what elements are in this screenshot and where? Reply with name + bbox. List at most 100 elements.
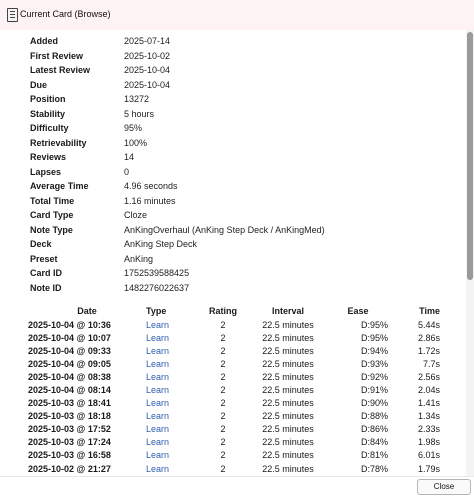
column-header-time: Time bbox=[419, 306, 440, 316]
info-value: 2025-10-02 bbox=[124, 50, 171, 61]
scrollbar-thumb[interactable] bbox=[467, 32, 473, 280]
review-time: 7.7s bbox=[422, 358, 440, 369]
info-label: Latest Review bbox=[30, 65, 91, 75]
review-time: 2.56s bbox=[417, 371, 440, 382]
review-type[interactable]: Learn bbox=[146, 397, 198, 410]
review-type[interactable]: Learn bbox=[146, 331, 198, 344]
info-label: Stability bbox=[30, 108, 66, 119]
review-rating: 2 bbox=[220, 371, 226, 382]
review-type[interactable]: Learn bbox=[146, 436, 198, 449]
review-date: 2025-10-04 @ 10:07 bbox=[28, 332, 111, 343]
info-label: Preset bbox=[30, 253, 58, 264]
info-label: Added bbox=[30, 36, 58, 46]
info-row-due: Due 2025-10-04 bbox=[30, 78, 325, 93]
review-time: 2.33s bbox=[417, 424, 440, 435]
review-ease: D:91% bbox=[360, 385, 388, 396]
review-interval: 22.5 minutes bbox=[262, 332, 314, 343]
vertical-scrollbar[interactable] bbox=[466, 30, 474, 476]
review-time: 1.34s bbox=[417, 411, 440, 422]
review-ease: D:86% bbox=[360, 424, 388, 435]
info-value: 5 hours bbox=[124, 108, 155, 119]
info-row-stability: Stability 5 hours bbox=[30, 107, 325, 122]
info-row-latest-review: Latest Review 2025-10-04 bbox=[30, 63, 325, 78]
review-type[interactable]: Learn bbox=[146, 318, 198, 331]
info-value: AnKingOverhaul (AnKing Step Deck / AnKin… bbox=[124, 224, 325, 235]
review-ease: D:90% bbox=[360, 398, 388, 409]
info-value: 2025-10-04 bbox=[124, 65, 171, 75]
review-type[interactable]: Learn bbox=[146, 370, 198, 383]
window-title: Current Card (Browse) bbox=[20, 9, 111, 19]
app-window-icon bbox=[7, 8, 18, 22]
review-date: 2025-10-04 @ 09:05 bbox=[28, 358, 111, 369]
info-label: Note Type bbox=[30, 224, 73, 235]
table-row: 2025-10-03 @ 16:58 Learn 2 22.5 minutes D:81… bbox=[28, 449, 440, 462]
review-interval: 22.5 minutes bbox=[262, 345, 314, 356]
info-row-deck: Deck AnKing Step Deck bbox=[30, 237, 325, 252]
review-type[interactable]: Learn bbox=[146, 449, 198, 462]
review-interval: 22.5 minutes bbox=[262, 385, 314, 396]
info-row-first-review: First Review 2025-10-02 bbox=[30, 49, 325, 64]
review-time: 1.79s bbox=[417, 463, 440, 474]
review-date: 2025-10-04 @ 08:38 bbox=[28, 371, 111, 382]
review-type[interactable]: Learn bbox=[146, 462, 198, 475]
info-row-difficulty: Difficulty 95% bbox=[30, 121, 325, 136]
info-label: Reviews bbox=[30, 152, 67, 162]
close-button[interactable]: Close bbox=[417, 479, 471, 495]
info-value: 100% bbox=[124, 137, 148, 148]
review-ease: D:93% bbox=[360, 358, 388, 369]
card-info-content: Added 2025-07-14 First Review 2025-10-02 L… bbox=[0, 30, 466, 476]
review-interval: 22.5 minutes bbox=[262, 411, 314, 422]
info-value: 2025-07-14 bbox=[124, 36, 171, 46]
review-interval: 22.5 minutes bbox=[262, 358, 314, 369]
review-date: 2025-10-04 @ 09:33 bbox=[28, 345, 111, 356]
review-ease: D:94% bbox=[360, 345, 388, 356]
review-date: 2025-10-03 @ 18:41 bbox=[28, 398, 111, 409]
dialog-footer bbox=[0, 476, 474, 501]
column-header-type: Type bbox=[146, 306, 167, 316]
review-rating: 2 bbox=[220, 319, 226, 330]
review-time: 1.41s bbox=[417, 398, 440, 409]
table-row: 2025-10-04 @ 09:05 Learn 2 22.5 minutes D:93… bbox=[28, 357, 440, 370]
review-rating: 2 bbox=[220, 358, 226, 369]
info-value: AnKing Step Deck bbox=[124, 239, 198, 249]
review-type[interactable]: Learn bbox=[146, 410, 198, 423]
info-label: Note ID bbox=[30, 282, 62, 293]
review-type[interactable]: Learn bbox=[146, 357, 198, 370]
info-label: Card ID bbox=[30, 268, 63, 278]
review-ease: D:88% bbox=[360, 411, 388, 422]
table-row: 2025-10-04 @ 08:14 Learn 2 22.5 minutes D:91… bbox=[28, 383, 440, 396]
info-row-total-time: Total Time 1.16 minutes bbox=[30, 194, 325, 209]
review-date: 2025-10-03 @ 17:52 bbox=[28, 424, 111, 435]
info-row-card-type: Card Type Cloze bbox=[30, 208, 325, 223]
review-date: 2025-10-03 @ 16:58 bbox=[28, 450, 111, 461]
table-row: 2025-10-03 @ 18:41 Learn 2 22.5 minutes D:90… bbox=[28, 397, 440, 410]
column-header-rating: Rating bbox=[209, 306, 237, 316]
info-value: 1482276022637 bbox=[124, 282, 190, 293]
info-label: Card Type bbox=[30, 210, 74, 220]
review-type[interactable]: Learn bbox=[146, 423, 198, 436]
review-ease: D:84% bbox=[360, 437, 388, 448]
info-label: Average Time bbox=[30, 181, 89, 191]
info-value: 13272 bbox=[124, 94, 150, 104]
review-rating: 2 bbox=[220, 398, 226, 409]
info-value: 2025-10-04 bbox=[124, 79, 171, 90]
info-label: First Review bbox=[30, 50, 84, 61]
review-rating: 2 bbox=[220, 437, 226, 448]
review-time: 1.72s bbox=[417, 345, 440, 356]
review-time: 6.01s bbox=[417, 450, 440, 461]
review-interval: 22.5 minutes bbox=[262, 463, 314, 474]
info-label: Difficulty bbox=[30, 123, 69, 133]
review-ease: D:81% bbox=[360, 450, 388, 461]
table-row: 2025-10-04 @ 10:07 Learn 2 22.5 minutes D:95… bbox=[28, 331, 440, 344]
review-rating: 2 bbox=[220, 463, 226, 474]
review-type[interactable]: Learn bbox=[146, 383, 198, 396]
review-rows: 2025-10-04 @ 10:36 Learn 2 22.5 minutes D:95… bbox=[28, 318, 440, 475]
review-interval: 22.5 minutes bbox=[262, 450, 314, 461]
review-time: 2.86s bbox=[417, 332, 440, 343]
review-interval: 22.5 minutes bbox=[262, 437, 314, 448]
info-row-position: Position 13272 bbox=[30, 92, 325, 107]
review-time: 5.44s bbox=[417, 319, 440, 330]
review-type[interactable]: Learn bbox=[146, 344, 198, 357]
table-row: 2025-10-03 @ 18:18 Learn 2 22.5 minutes D:88… bbox=[28, 410, 440, 423]
info-value: 14 bbox=[124, 152, 135, 162]
